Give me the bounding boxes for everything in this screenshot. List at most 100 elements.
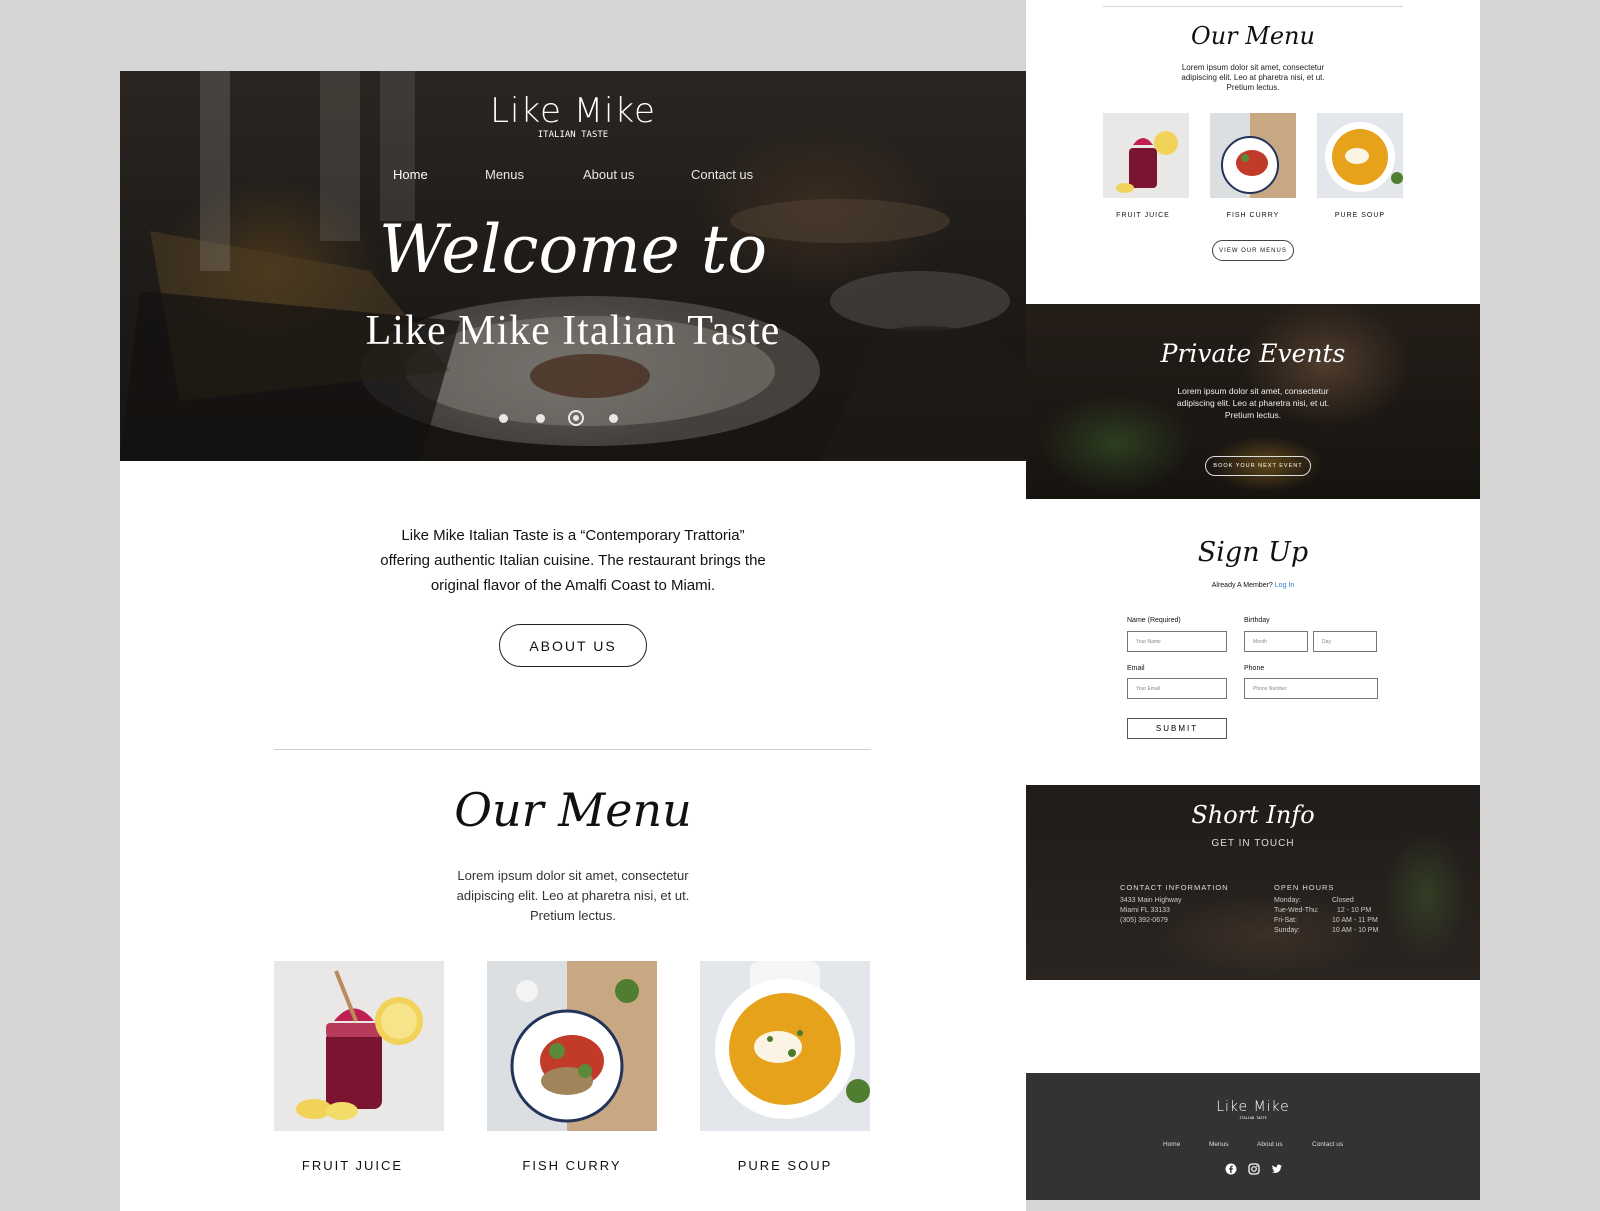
events-line: Pretium lectus.	[1224, 410, 1282, 420]
hours-time: Closed	[1332, 897, 1354, 904]
footer-tagline: ITALIAN TASTE	[1239, 1116, 1267, 1120]
about-us-button[interactable]: ABOUT US	[499, 624, 647, 667]
carousel-dot-4[interactable]	[609, 414, 618, 423]
menu-item-pure-soup-image-small[interactable]	[1317, 113, 1403, 198]
facebook-icon[interactable]	[1225, 1162, 1237, 1180]
menu-line: Pretium lectus.	[1226, 83, 1280, 92]
login-link[interactable]: Log In	[1275, 582, 1294, 589]
hours-day: Sunday:	[1274, 927, 1300, 934]
menu-item-pure-soup-label[interactable]: PURE SOUP	[700, 1158, 870, 1173]
brand-tagline: ITALIAN TASTE	[537, 130, 609, 140]
name-input[interactable]: Your Name	[1127, 631, 1227, 652]
carousel-dot-3[interactable]	[568, 410, 584, 426]
fish-curry-icon	[510, 961, 657, 1131]
menu-line: adipiscing elit. Leo at pharetra nisi, e…	[456, 888, 690, 903]
menu-item-pure-soup-label-small[interactable]: PURE SOUP	[1317, 212, 1403, 219]
info-title: Short Info	[1191, 801, 1315, 829]
fruit-juice-icon	[1116, 131, 1178, 193]
name-label: Name (Required)	[1127, 617, 1181, 624]
email-label: Email	[1127, 665, 1145, 672]
carousel-dot-2[interactable]	[536, 414, 545, 423]
menu-item-fruit-juice-image-small[interactable]	[1103, 113, 1189, 198]
submit-button[interactable]: SUBMIT	[1127, 718, 1227, 739]
footer-nav-about[interactable]: About us	[1257, 1141, 1283, 1148]
contact-heading: CONTACT INFORMATION	[1120, 883, 1229, 892]
homepage-mockup: Like Mike ITALIAN TASTE Home Menus About…	[120, 71, 1026, 1211]
section-divider	[274, 749, 871, 750]
menu-line: Lorem ipsum dolor sit amet, consectetur	[457, 868, 689, 883]
short-info-banner: Short Info GET IN TOUCH CONTACT INFORMAT…	[1026, 785, 1480, 980]
menu-line: Pretium lectus.	[530, 908, 616, 923]
info-subtitle: GET IN TOUCH	[1211, 838, 1295, 849]
birthday-day-input[interactable]: Day	[1313, 631, 1377, 652]
hours-time: 10 AM - 10 PM	[1332, 927, 1379, 934]
carousel-dot-1[interactable]	[499, 414, 508, 423]
phone-number[interactable]: (305) 392-0679	[1120, 916, 1181, 926]
menu-line: adipiscing elit. Leo at pharetra nisi, e…	[1181, 73, 1325, 82]
private-events-banner: Private Events Lorem ipsum dolor sit ame…	[1026, 304, 1480, 499]
twitter-icon[interactable]	[1271, 1162, 1283, 1180]
email-input[interactable]: Your Email	[1127, 678, 1227, 699]
fish-curry-icon	[1221, 113, 1296, 198]
events-description: Lorem ipsum dolor sit amet, consectetur …	[1026, 385, 1480, 421]
hours-list: Monday: Closed Tue-Wed-Thu: 12 - 10 PM Fri…	[1274, 896, 1378, 936]
hours-row: Tue-Wed-Thu: 12 - 10 PM	[1274, 906, 1378, 916]
nav-contact[interactable]: Contact us	[691, 167, 753, 182]
footer-nav-menus[interactable]: Menus	[1209, 1141, 1229, 1148]
phone-label: Phone	[1244, 665, 1265, 672]
footer-nav-contact[interactable]: Contact us	[1312, 1141, 1343, 1148]
menu-item-fruit-juice-image[interactable]	[274, 961, 444, 1131]
address-line: Miami FL 33133	[1120, 907, 1170, 914]
menu-item-fish-curry-label[interactable]: FISH CURRY	[487, 1158, 657, 1173]
intro-line: original flavor of the Amalfi Coast to M…	[430, 577, 716, 594]
menu-title: Our Menu	[454, 783, 692, 837]
hours-time: 10 AM - 11 PM	[1332, 917, 1378, 924]
footer: Like Mike ITALIAN TASTE Home Menus About…	[1026, 1073, 1480, 1200]
member-text: Already A Member?	[1211, 582, 1273, 589]
section-divider	[1103, 6, 1403, 7]
instagram-icon[interactable]	[1248, 1162, 1260, 1180]
menu-line: Lorem ipsum dolor sit amet, consectetur	[1181, 63, 1325, 72]
member-prompt: Already A Member? Log In	[1026, 582, 1480, 589]
menu-description: Lorem ipsum dolor sit amet, consectetur …	[120, 866, 1026, 926]
intro-text: Like Mike Italian Taste is a “Contempora…	[120, 523, 1026, 598]
footer-nav-home[interactable]: Home	[1163, 1141, 1180, 1148]
hours-day: Fri-Sat:	[1274, 917, 1297, 924]
hero-title: Like Mike Italian Taste	[365, 308, 781, 354]
intro-line: Like Mike Italian Taste is a “Contempora…	[401, 527, 745, 544]
nav-about[interactable]: About us	[583, 167, 634, 182]
signup-title: Sign Up	[1197, 537, 1309, 568]
hours-heading: OPEN HOURS	[1274, 883, 1335, 892]
events-line: Lorem ipsum dolor sit amet, consectetur	[1177, 386, 1329, 396]
intro-line: offering authentic Italian cuisine. The …	[380, 552, 766, 569]
menu-item-fruit-juice-label[interactable]: FRUIT JUICE	[274, 1158, 431, 1173]
hours-day: Monday:	[1274, 897, 1301, 904]
hours-row: Fri-Sat: 10 AM - 11 PM	[1274, 916, 1378, 926]
hours-row: Monday: Closed	[1274, 896, 1378, 906]
book-event-button[interactable]: BOOK YOUR NEXT EVENT	[1205, 456, 1311, 476]
hero-welcome: Welcome to	[378, 211, 768, 288]
contact-details: 3433 Main Highway Miami FL 33133 (305) 3…	[1120, 896, 1181, 926]
menu-item-fish-curry-label-small[interactable]: FISH CURRY	[1210, 212, 1296, 219]
view-menus-button[interactable]: VIEW OUR MENUS	[1212, 240, 1294, 261]
mobile-page-mockup: Our Menu Lorem ipsum dolor sit amet, con…	[1026, 0, 1480, 1200]
address-line: 3433 Main Highway	[1120, 897, 1182, 904]
fruit-juice-icon	[296, 970, 423, 1120]
menu-title-small: Our Menu	[1191, 22, 1315, 50]
hours-row: Sunday: 10 AM - 10 PM	[1274, 926, 1378, 936]
nav-menus[interactable]: Menus	[485, 167, 524, 182]
pure-soup-icon	[715, 961, 870, 1119]
events-line: adipiscing elit. Leo at pharetra nisi, e…	[1176, 398, 1330, 408]
menu-description-small: Lorem ipsum dolor sit amet, consectetur …	[1026, 63, 1480, 93]
brand-logo[interactable]: Like Mike	[473, 91, 673, 131]
hero-banner: Like Mike ITALIAN TASTE Home Menus About…	[120, 71, 1026, 461]
nav-home[interactable]: Home	[393, 167, 428, 182]
phone-input[interactable]: Phone Number	[1244, 678, 1378, 699]
events-title: Private Events	[1160, 339, 1346, 368]
menu-item-fish-curry-image[interactable]	[487, 961, 657, 1131]
birthday-month-input[interactable]: Month	[1244, 631, 1308, 652]
menu-item-pure-soup-image[interactable]	[700, 961, 870, 1131]
footer-logo[interactable]: Like Mike	[1203, 1099, 1303, 1115]
menu-item-fish-curry-image-small[interactable]	[1210, 113, 1296, 198]
menu-item-fruit-juice-label-small[interactable]: FRUIT JUICE	[1103, 212, 1183, 219]
